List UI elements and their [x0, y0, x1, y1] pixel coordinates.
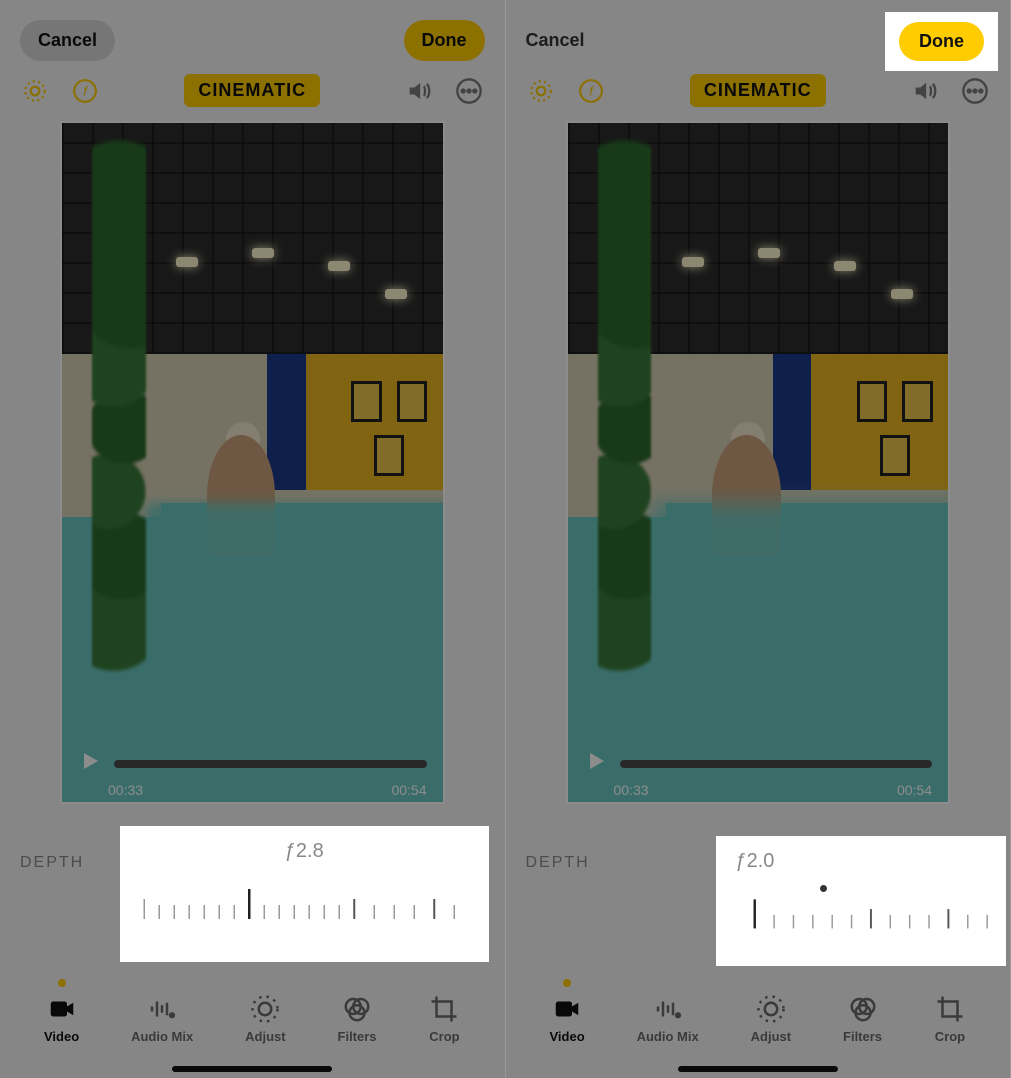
more-icon[interactable]	[454, 76, 484, 106]
time-current: 00:33	[614, 782, 649, 798]
depth-slider[interactable]	[716, 891, 1007, 931]
depth-label: DEPTH	[526, 848, 590, 872]
tab-crop[interactable]: Crop	[934, 979, 966, 1044]
adjust-icon	[755, 993, 787, 1025]
home-indicator	[678, 1066, 838, 1072]
video-preview[interactable]: 00:33 00:54	[60, 121, 445, 804]
more-icon[interactable]	[960, 76, 990, 106]
tab-adjust[interactable]: Adjust	[751, 979, 791, 1044]
time-labels: 00:33 00:54	[614, 782, 933, 798]
time-total: 00:54	[897, 782, 932, 798]
done-button[interactable]: Done	[404, 20, 485, 61]
done-button[interactable]: Done	[899, 22, 984, 61]
bottom-tabs: Video Audio Mix Adjust Filters	[506, 979, 1011, 1044]
home-indicator	[172, 1066, 332, 1072]
audio-mix-icon	[652, 993, 684, 1025]
tab-label: Filters	[843, 1029, 882, 1044]
video-preview[interactable]: 00:33 00:54	[566, 121, 951, 804]
cinematic-badge: CINEMATIC	[690, 74, 826, 107]
tab-crop[interactable]: Crop	[428, 979, 460, 1044]
tab-label: Filters	[338, 1029, 377, 1044]
video-icon	[551, 993, 583, 1025]
time-labels: 00:33 00:54	[108, 782, 427, 798]
panel-left: Cancel Done f CINEMATIC	[0, 0, 506, 1078]
done-highlight: Done	[885, 12, 998, 71]
time-total: 00:54	[391, 782, 426, 798]
tab-label: Audio Mix	[637, 1029, 699, 1044]
tab-label: Video	[549, 1029, 584, 1044]
tab-adjust[interactable]: Adjust	[245, 979, 285, 1044]
tab-video[interactable]: Video	[549, 979, 584, 1044]
tab-label: Video	[44, 1029, 79, 1044]
volume-icon[interactable]	[910, 76, 940, 106]
crop-icon	[934, 993, 966, 1025]
filters-icon	[847, 993, 879, 1025]
scrub-track[interactable]	[620, 760, 933, 768]
cancel-button[interactable]: Cancel	[526, 30, 585, 51]
tab-video[interactable]: Video	[44, 979, 79, 1044]
time-current: 00:33	[108, 782, 143, 798]
tab-label: Adjust	[245, 1029, 285, 1044]
f-number-icon[interactable]: f	[70, 76, 100, 106]
topbar: Cancel Done	[0, 0, 505, 60]
tab-audio-mix[interactable]: Audio Mix	[131, 979, 193, 1044]
preview-wrap: 00:33 00:54	[0, 115, 505, 804]
scrub-track[interactable]	[114, 760, 427, 768]
depth-value: ƒ2.8	[285, 840, 324, 863]
depth-control-highlight: ƒ2.8	[120, 826, 489, 962]
live-photo-icon[interactable]	[526, 76, 556, 106]
depth-value: ƒ2.0	[736, 850, 775, 873]
tab-filters[interactable]: Filters	[843, 979, 882, 1044]
play-icon[interactable]	[584, 749, 608, 780]
live-photo-icon[interactable]	[20, 76, 50, 106]
f-number-icon[interactable]: f	[576, 76, 606, 106]
volume-icon[interactable]	[404, 76, 434, 106]
tab-label: Crop	[935, 1029, 965, 1044]
audio-mix-icon	[146, 993, 178, 1025]
play-icon[interactable]	[78, 749, 102, 780]
svg-text:f: f	[589, 83, 594, 98]
bottom-tabs: Video Audio Mix Adjust Filters	[0, 979, 505, 1044]
svg-text:f: f	[83, 83, 88, 98]
iconbar: f CINEMATIC	[0, 60, 505, 115]
playbar	[78, 749, 427, 780]
preview-wrap: 00:33 00:54	[506, 115, 1011, 804]
cancel-button[interactable]: Cancel	[20, 20, 115, 61]
panel-right: Cancel Done f CINEMATIC	[506, 0, 1011, 1078]
tab-label: Adjust	[751, 1029, 791, 1044]
tab-label: Crop	[429, 1029, 459, 1044]
playbar	[584, 749, 933, 780]
depth-control-highlight: ƒ2.0	[716, 836, 1007, 966]
cinematic-badge: CINEMATIC	[184, 74, 320, 107]
tab-filters[interactable]: Filters	[338, 979, 377, 1044]
tab-label: Audio Mix	[131, 1029, 193, 1044]
crop-icon	[428, 993, 460, 1025]
depth-slider[interactable]	[120, 881, 489, 921]
depth-label: DEPTH	[20, 848, 84, 872]
tab-audio-mix[interactable]: Audio Mix	[637, 979, 699, 1044]
adjust-icon	[249, 993, 281, 1025]
filters-icon	[341, 993, 373, 1025]
video-icon	[46, 993, 78, 1025]
